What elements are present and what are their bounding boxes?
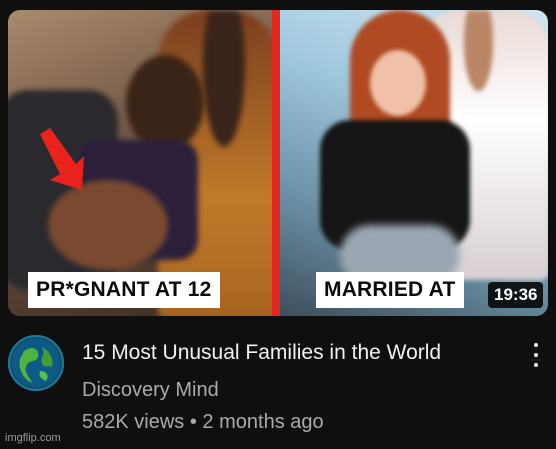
imgflip-watermark: imgflip.com (5, 432, 61, 444)
view-count: 582K views (82, 411, 185, 433)
thumbnail-divider (272, 10, 280, 316)
upload-age: 2 months ago (202, 411, 324, 433)
thumbnail-right-image (280, 10, 548, 316)
channel-name[interactable]: Discovery Mind (82, 379, 219, 402)
video-thumbnail[interactable]: PR*GNANT AT 12 MARRIED AT 19:36 (8, 10, 548, 316)
video-title[interactable]: 15 Most Unusual Families in the World (82, 340, 522, 366)
thumbnail-left-image (8, 10, 272, 316)
duration-badge: 19:36 (488, 282, 544, 308)
globe-icon (12, 339, 60, 387)
video-stats: 582K views • 2 months ago (82, 411, 324, 434)
red-arrow-icon (40, 128, 84, 190)
thumbnail-caption-right: MARRIED AT (316, 272, 464, 308)
video-card[interactable]: PR*GNANT AT 12 MARRIED AT 19:36 15 Most … (0, 0, 556, 449)
more-vert-icon[interactable] (525, 340, 547, 370)
thumbnail-caption-left: PR*GNANT AT 12 (28, 272, 220, 308)
channel-avatar[interactable] (8, 335, 64, 391)
separator: • (189, 411, 197, 433)
